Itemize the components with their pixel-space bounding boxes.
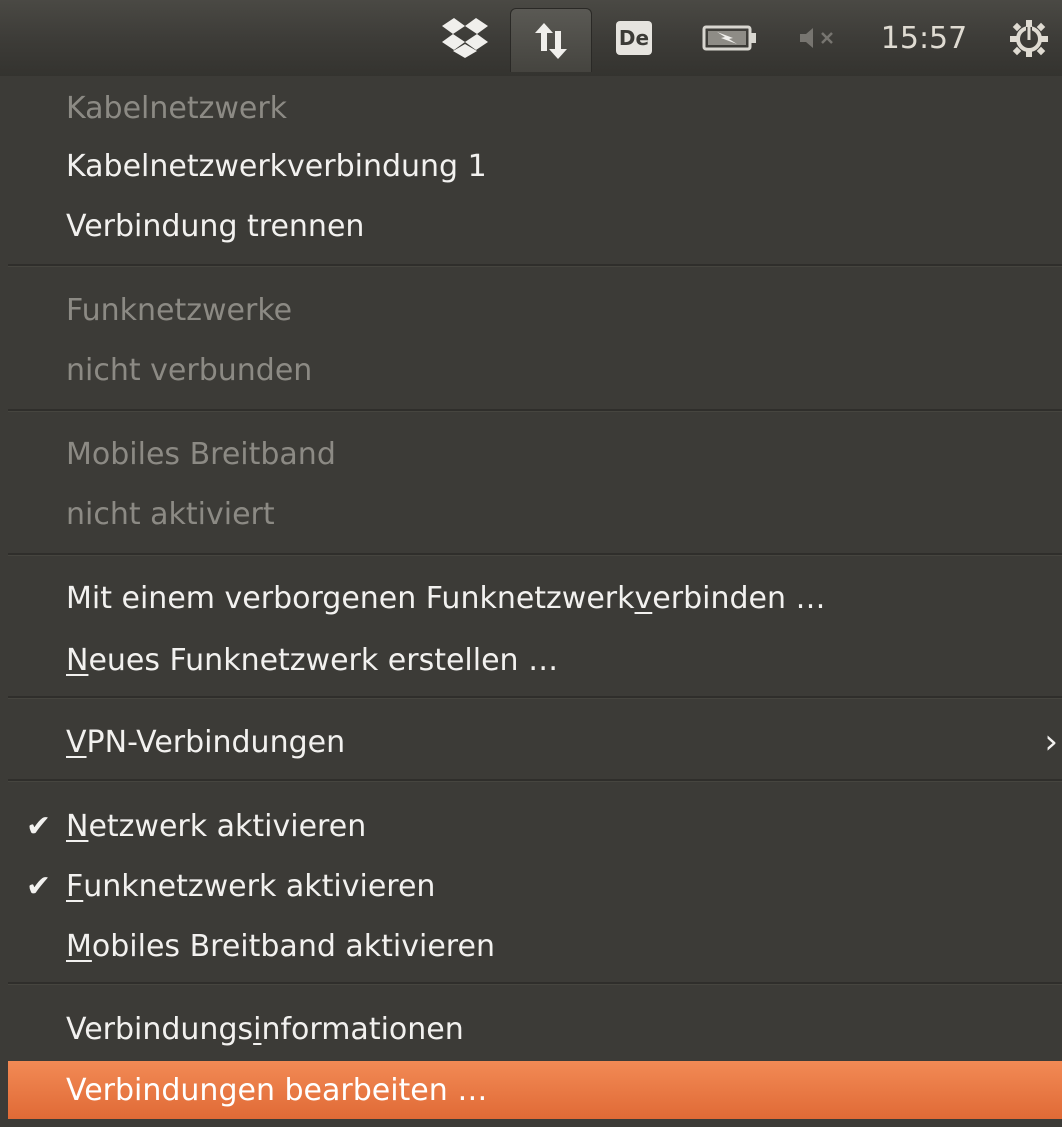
power-gear-icon[interactable] bbox=[996, 0, 1062, 76]
menu-item-wired-connection[interactable]: Kabelnetzwerkverbindung 1 bbox=[8, 138, 1062, 194]
chevron-right-icon: › bbox=[1044, 722, 1058, 762]
menu-label: etzwerk aktivieren bbox=[88, 808, 367, 844]
mnemonic: V bbox=[66, 724, 87, 760]
menu-item-disconnect[interactable]: Verbindung trennen bbox=[8, 198, 1062, 254]
menu-item-edit-connections[interactable]: Verbindungen bearbeiten … bbox=[8, 1061, 1062, 1119]
menu-item-enable-wireless[interactable]: ✔ Funknetzwerk aktivieren bbox=[8, 858, 1062, 914]
menu-separator bbox=[8, 264, 1062, 267]
menu-separator bbox=[8, 409, 1062, 412]
dropbox-icon[interactable] bbox=[432, 0, 498, 76]
menu-item-connection-information[interactable]: Verbindungs i nformationen bbox=[8, 1001, 1062, 1057]
menu-label: erbinden … bbox=[652, 580, 826, 616]
battery-charging-icon[interactable] bbox=[690, 0, 770, 76]
menu-label: Verbindungs bbox=[66, 1011, 254, 1047]
network-menu: Kabelnetzwerk Kabelnetzwerkverbindung 1 … bbox=[8, 76, 1062, 1127]
menu-separator bbox=[8, 696, 1062, 699]
menu-label: obiles Breitband aktivieren bbox=[91, 928, 495, 964]
checkmark-icon: ✔ bbox=[26, 868, 52, 904]
network-updown-icon[interactable] bbox=[510, 8, 592, 72]
keyboard-layout-icon: De bbox=[616, 21, 652, 55]
mobile-section-header: Mobiles Breitband bbox=[66, 436, 336, 472]
menu-label: nformationen bbox=[261, 1011, 464, 1047]
menu-separator bbox=[8, 779, 1062, 782]
menu-label: unknetzwerk aktivieren bbox=[83, 868, 436, 904]
mobile-status: nicht aktiviert bbox=[66, 496, 275, 532]
wireless-status: nicht verbunden bbox=[66, 352, 313, 388]
top-panel: De 15:57 bbox=[0, 0, 1062, 76]
menu-separator bbox=[8, 982, 1062, 985]
mnemonic: i bbox=[253, 1011, 262, 1047]
wired-section-header: Kabelnetzwerk bbox=[66, 90, 288, 126]
clock[interactable]: 15:57 bbox=[866, 0, 982, 76]
checkmark-icon: ✔ bbox=[26, 808, 52, 844]
mnemonic: M bbox=[66, 928, 92, 964]
wireless-section-header: Funknetzwerke bbox=[66, 292, 293, 328]
mnemonic: F bbox=[66, 868, 84, 904]
keyboard-layout-indicator[interactable]: De bbox=[608, 0, 660, 76]
menu-item-create-new-network[interactable]: Neues Funknetzwerk erstellen … bbox=[8, 632, 1062, 688]
menu-separator bbox=[8, 553, 1062, 556]
mnemonic: N bbox=[66, 642, 89, 678]
menu-item-enable-networking[interactable]: ✔ Netzwerk aktivieren bbox=[8, 798, 1062, 854]
mnemonic: v bbox=[634, 580, 653, 616]
menu-item-connect-hidden-network[interactable]: Mit einem verborgenen Funknetzwerk v erbi… bbox=[8, 570, 1062, 626]
volume-muted-icon[interactable] bbox=[790, 0, 850, 76]
menu-item-enable-mobile-broadband[interactable]: Mobiles Breitband aktivieren bbox=[8, 918, 1062, 974]
menu-label: Mit einem verborgenen Funknetzwerk bbox=[66, 580, 635, 616]
menu-label: PN-Verbindungen bbox=[86, 724, 346, 760]
menu-item-vpn-connections[interactable]: V PN-Verbindungen › bbox=[8, 714, 1062, 770]
mnemonic: N bbox=[66, 808, 89, 844]
menu-label: eues Funknetzwerk erstellen … bbox=[88, 642, 559, 678]
